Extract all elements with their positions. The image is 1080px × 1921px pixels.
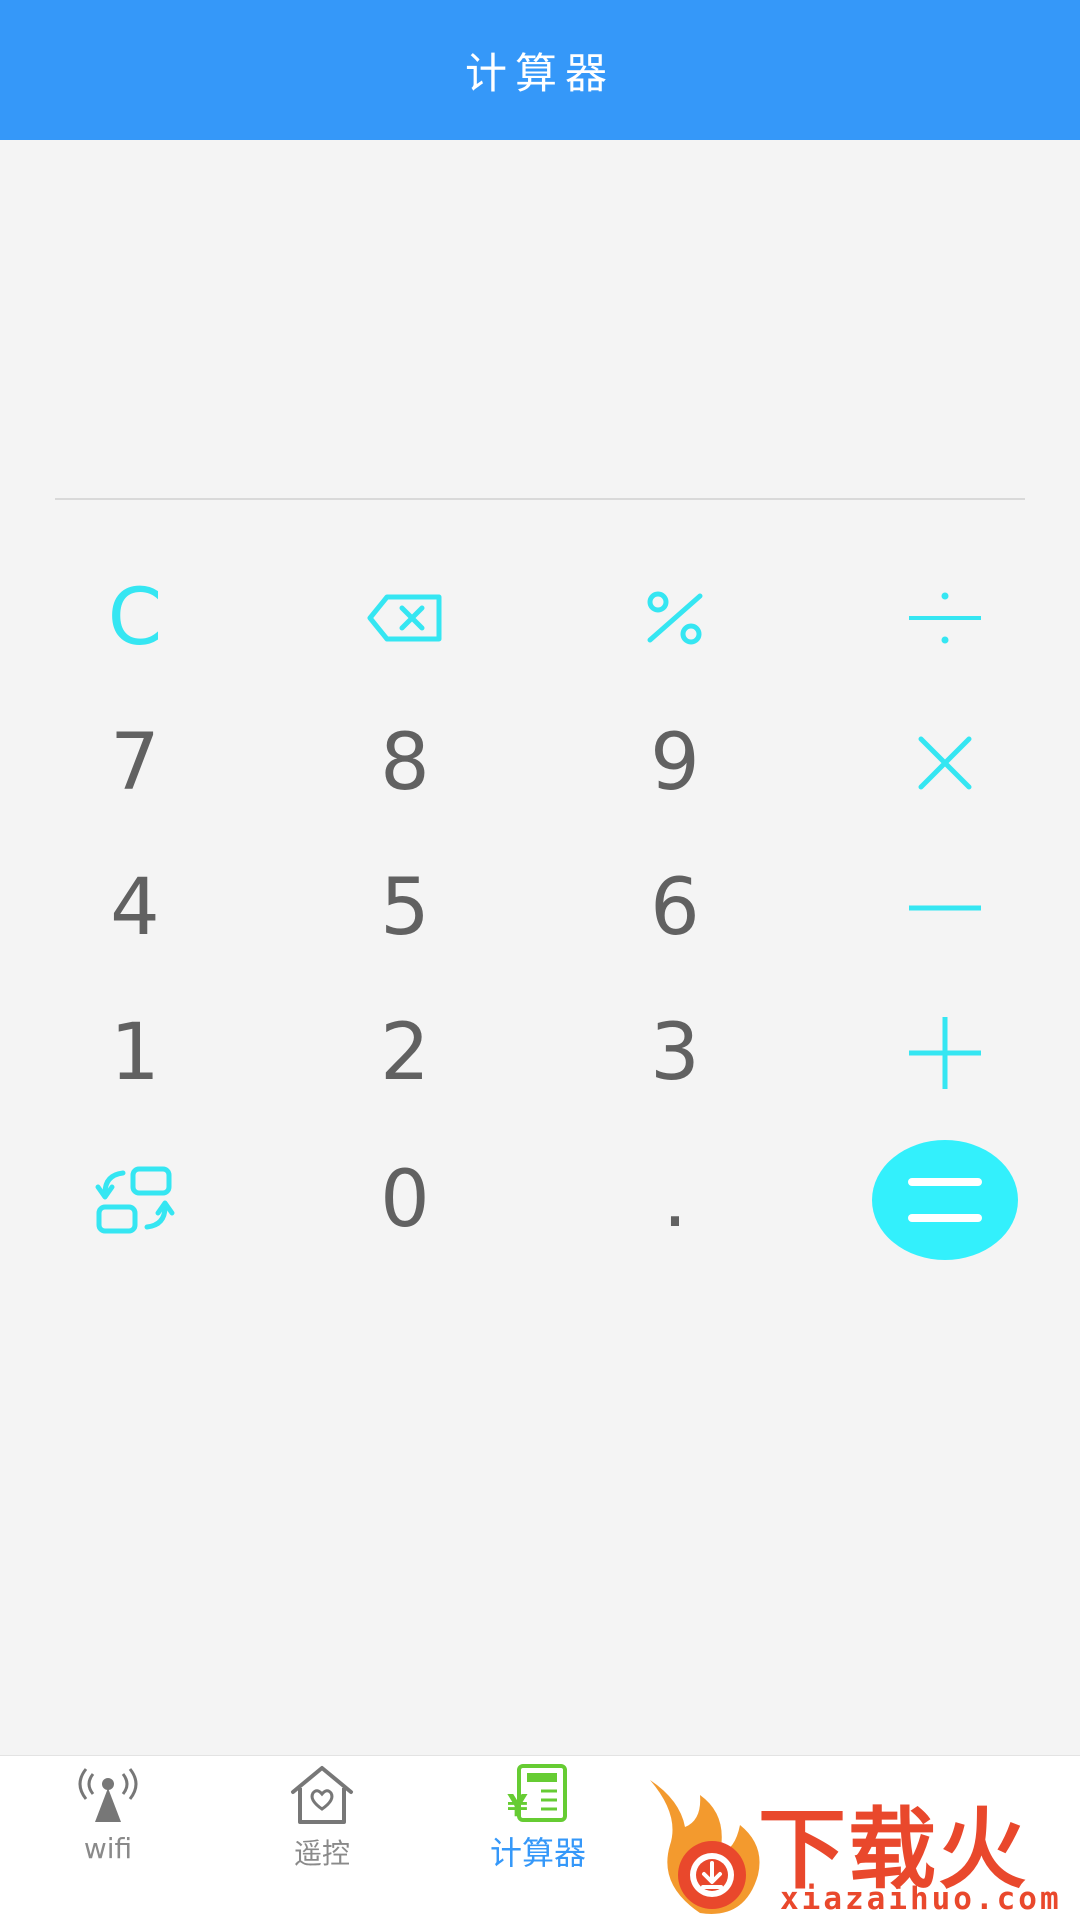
- watermark-logo: 下载火 xiazaihuo.com: [640, 1775, 1080, 1920]
- digit-label: 4: [110, 863, 160, 953]
- watermark-url: xiazaihuo.com: [780, 1881, 1062, 1917]
- backspace-icon: [367, 594, 442, 642]
- divide-icon: [909, 592, 981, 644]
- digit-0-button[interactable]: 0: [305, 1140, 505, 1260]
- decimal-label: .: [662, 1155, 688, 1245]
- plus-button[interactable]: [845, 993, 1045, 1113]
- nav-item-remote[interactable]: 遥控: [222, 1764, 422, 1914]
- digit-5-button[interactable]: 5: [305, 848, 505, 968]
- svg-text:¥: ¥: [507, 1789, 528, 1822]
- digit-label: 1: [110, 1008, 160, 1098]
- digit-label: 5: [380, 863, 430, 953]
- digit-8-button[interactable]: 8: [305, 703, 505, 823]
- digit-7-button[interactable]: 7: [35, 703, 235, 823]
- display-divider: [55, 498, 1025, 500]
- digit-label: 3: [650, 1008, 700, 1098]
- calculator-display: [0, 140, 1080, 498]
- digit-label: 7: [110, 718, 160, 808]
- decimal-button[interactable]: .: [575, 1140, 775, 1260]
- digit-9-button[interactable]: 9: [575, 703, 775, 823]
- digit-6-button[interactable]: 6: [575, 848, 775, 968]
- app-header: 计算器: [0, 0, 1080, 140]
- nav-label-calculator: 计算器: [489, 1834, 586, 1872]
- flame-download-icon: [650, 1780, 760, 1914]
- digit-4-button[interactable]: 4: [35, 848, 235, 968]
- digit-2-button[interactable]: 2: [305, 993, 505, 1113]
- divide-button[interactable]: [845, 558, 1045, 678]
- nav-label-remote: 遥控: [293, 1837, 350, 1870]
- digit-label: 2: [380, 1008, 430, 1098]
- switch-icon: [95, 1166, 175, 1234]
- digit-3-button[interactable]: 3: [575, 993, 775, 1113]
- digit-label: 6: [650, 863, 700, 953]
- wifi-tower-icon: [78, 1768, 138, 1822]
- multiply-button[interactable]: [845, 703, 1045, 823]
- backspace-button[interactable]: [305, 558, 505, 678]
- equals-icon: [908, 1178, 982, 1222]
- nav-item-calculator[interactable]: ¥ 计算器: [438, 1764, 638, 1914]
- clear-label: C: [107, 573, 163, 663]
- digit-label: 0: [380, 1155, 430, 1245]
- page-title: 计算器: [464, 48, 615, 98]
- home-heart-icon: [291, 1766, 353, 1824]
- minus-icon: [909, 905, 981, 911]
- digit-1-button[interactable]: 1: [35, 993, 235, 1113]
- equals-button[interactable]: [845, 1140, 1045, 1260]
- calculator-icon: ¥: [507, 1764, 567, 1822]
- percent-icon: [647, 591, 703, 645]
- nav-label-wifi: wifi: [83, 1832, 133, 1865]
- digit-label: 9: [650, 718, 700, 808]
- plus-icon: [909, 1017, 981, 1089]
- equals-bubble: [872, 1140, 1018, 1260]
- multiply-icon: [918, 736, 972, 790]
- minus-button[interactable]: [845, 848, 1045, 968]
- clear-button[interactable]: C: [35, 558, 235, 678]
- percent-button[interactable]: [575, 558, 775, 678]
- nav-item-wifi[interactable]: wifi: [8, 1764, 208, 1914]
- switch-mode-button[interactable]: [35, 1140, 235, 1260]
- digit-label: 8: [380, 718, 430, 808]
